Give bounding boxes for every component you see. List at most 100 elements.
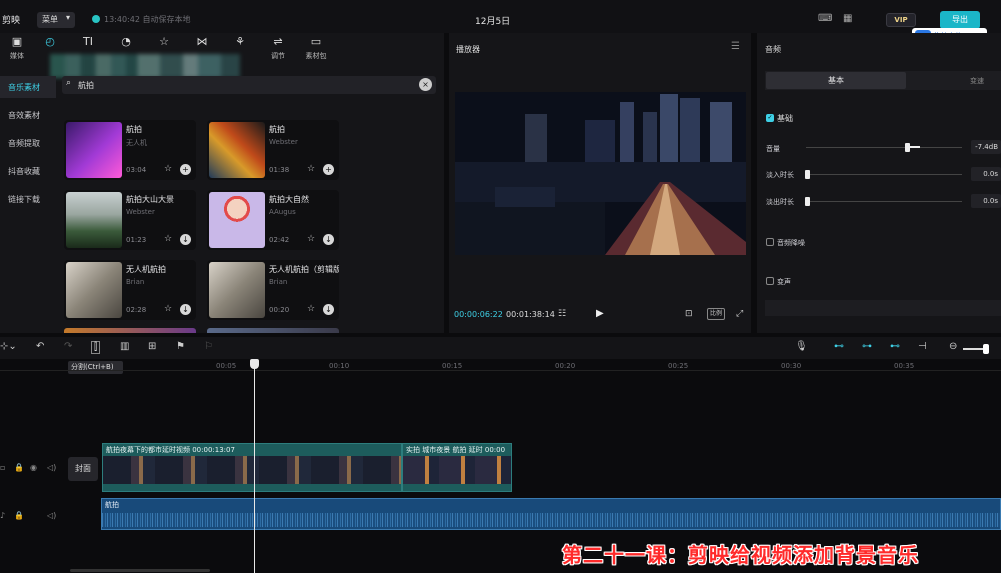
download-icon[interactable]: ↓ bbox=[180, 234, 191, 245]
current-time: 00:00:06:22 bbox=[454, 310, 503, 319]
audio-clip[interactable]: 航拍 bbox=[101, 498, 1001, 530]
tool-sticker[interactable]: ◔ bbox=[109, 35, 143, 51]
tool-media[interactable]: ▣ 媒体 bbox=[0, 35, 34, 61]
download-icon[interactable]: ↓ bbox=[323, 234, 334, 245]
list-icon[interactable]: ☷ bbox=[558, 309, 566, 319]
denoise-checkbox[interactable] bbox=[766, 238, 774, 246]
volume-slider-handle[interactable] bbox=[905, 143, 910, 152]
video-clip-frames bbox=[403, 456, 511, 484]
volume-slider[interactable] bbox=[806, 147, 962, 148]
tool-package[interactable]: ▭ 素材包 bbox=[299, 35, 333, 61]
linkage-icon[interactable]: ⊷ bbox=[890, 341, 900, 352]
mute-icon[interactable]: ◁) bbox=[47, 511, 56, 520]
music-title: 无人机航拍 bbox=[126, 265, 166, 274]
mute-icon[interactable]: ◁) bbox=[47, 463, 56, 472]
delete-icon[interactable]: ▥ bbox=[120, 341, 129, 352]
fadein-slider[interactable] bbox=[806, 174, 962, 175]
sidebar-item-audio-extract[interactable]: 音频提取 bbox=[0, 132, 56, 154]
track-visibility-icon[interactable]: ▫ bbox=[0, 463, 5, 472]
play-button[interactable]: ▶ bbox=[596, 308, 604, 319]
sidebar-item-douyin-favorites[interactable]: 抖音收藏 bbox=[0, 160, 56, 182]
favorite-icon[interactable]: ☆ bbox=[164, 304, 172, 314]
video-clip[interactable]: 航拍夜幕下的都市延时视频 00:00:13:07 bbox=[102, 443, 402, 492]
zoom-slider-handle[interactable] bbox=[983, 344, 989, 354]
tool-effects[interactable]: ☆ bbox=[147, 35, 181, 51]
clear-icon[interactable]: × bbox=[419, 78, 432, 91]
sidebar-item-music[interactable]: 音乐素材 bbox=[0, 76, 56, 98]
girl-thumbnail bbox=[209, 192, 265, 248]
music-card[interactable]: 航拍 无人机 03:04 ☆ + bbox=[64, 120, 196, 180]
flag-icon[interactable]: ⚑ bbox=[176, 341, 185, 352]
freeze-icon[interactable]: ⊞ bbox=[148, 341, 156, 352]
favorite-icon[interactable]: ☆ bbox=[164, 164, 172, 174]
player-title: 播放器 bbox=[456, 45, 480, 54]
keyboard-icon[interactable]: ⌨ bbox=[818, 13, 832, 24]
playhead-handle[interactable] bbox=[250, 359, 259, 369]
music-duration: 02:42 bbox=[269, 236, 290, 244]
layout-icon[interactable]: ▦ bbox=[843, 13, 852, 24]
undo-icon[interactable]: ↶ bbox=[36, 341, 44, 352]
music-card[interactable]: 无人机航拍 Brian 02:28 ☆ ↓ bbox=[64, 260, 196, 320]
split-icon[interactable]: ⫿ bbox=[91, 341, 101, 354]
basic-checkbox[interactable]: ✓ bbox=[766, 114, 774, 122]
menu-button[interactable]: 菜单 ▾ bbox=[37, 12, 75, 28]
video-clip[interactable]: 实拍 城市夜景 航拍 延时 00:00 bbox=[402, 443, 512, 492]
tab-basic[interactable]: 基本 bbox=[766, 72, 906, 89]
select-tool-icon[interactable]: ⊹⌄ bbox=[0, 341, 17, 352]
voice-change-checkbox[interactable] bbox=[766, 277, 774, 285]
redo-icon[interactable]: ↷ bbox=[64, 341, 72, 352]
ruler-tick: 00:05 bbox=[216, 362, 237, 370]
lock-icon[interactable]: 🔒 bbox=[14, 511, 24, 520]
tool-filter[interactable]: ⚘ bbox=[223, 35, 257, 51]
fadeout-slider-handle[interactable] bbox=[805, 197, 810, 206]
zoom-out-icon[interactable]: ⊖ bbox=[949, 341, 957, 352]
tool-audio[interactable]: ◴ bbox=[33, 35, 67, 51]
download-icon[interactable]: ↓ bbox=[180, 304, 191, 315]
lock-icon[interactable]: 🔒 bbox=[14, 463, 24, 472]
music-card[interactable]: 航拍大自然 AAugus 02:42 ☆ ↓ bbox=[207, 190, 339, 250]
music-card[interactable]: 无人机航拍（剪辑版） Brian 00:20 ☆ ↓ bbox=[207, 260, 339, 320]
video-preview[interactable] bbox=[455, 92, 746, 255]
focus-icon[interactable]: ⊡ bbox=[685, 309, 693, 319]
preview-axis-icon[interactable]: ⊣ bbox=[918, 341, 927, 352]
fadeout-value[interactable]: 0.0s bbox=[971, 194, 1001, 208]
favorite-icon[interactable]: ☆ bbox=[307, 234, 315, 244]
filter-icon: ⚘ bbox=[235, 35, 245, 48]
export-button[interactable]: 导出 bbox=[940, 11, 980, 29]
tool-transition[interactable]: ⋈ bbox=[185, 35, 219, 51]
music-card[interactable]: 航拍 Webster 01:38 ☆ + bbox=[207, 120, 339, 180]
fullscreen-icon[interactable]: ⤢ bbox=[736, 309, 743, 319]
favorite-icon[interactable]: ☆ bbox=[164, 234, 172, 244]
eye-icon[interactable]: ◉ bbox=[30, 463, 37, 472]
add-icon[interactable]: + bbox=[180, 164, 191, 175]
fadeout-slider[interactable] bbox=[806, 201, 962, 202]
volume-value[interactable]: -7.4dB bbox=[971, 140, 1001, 154]
main-track-link-icon[interactable]: ⊷ bbox=[834, 341, 844, 352]
vip-badge[interactable]: VIP bbox=[886, 13, 916, 27]
total-time: 00:01:38:14 bbox=[506, 310, 555, 319]
fadein-value[interactable]: 0.0s bbox=[971, 167, 1001, 181]
fadein-slider-handle[interactable] bbox=[805, 170, 810, 179]
music-duration: 01:23 bbox=[126, 236, 147, 244]
favorite-icon[interactable]: ☆ bbox=[307, 164, 315, 174]
add-icon[interactable]: + bbox=[323, 164, 334, 175]
music-card[interactable]: 航拍大山大景 Webster 01:23 ☆ ↓ bbox=[64, 190, 196, 250]
menu-icon[interactable]: ☰ bbox=[731, 41, 740, 52]
video-clip-label: 航拍夜幕下的都市延时视频 00:00:13:07 bbox=[106, 446, 235, 454]
search-input[interactable]: 航拍 bbox=[78, 80, 94, 91]
playhead-line[interactable] bbox=[254, 362, 255, 573]
auto-snap-icon[interactable]: ⊶ bbox=[862, 341, 872, 352]
ratio-button[interactable]: 比例 bbox=[707, 308, 725, 320]
denoise-label: 音频降噪 bbox=[777, 239, 805, 247]
microphone-icon[interactable]: 🎙 bbox=[795, 341, 808, 352]
timeline-scrollbar[interactable] bbox=[70, 569, 210, 572]
tab-speed[interactable]: 变速 bbox=[970, 76, 984, 86]
search-box[interactable]: ⌕ 航拍 × bbox=[62, 76, 436, 94]
sidebar-item-sound-effects[interactable]: 音效素材 bbox=[0, 104, 56, 126]
download-icon[interactable]: ↓ bbox=[323, 304, 334, 315]
sidebar-item-link-download[interactable]: 链接下载 bbox=[0, 188, 56, 210]
tool-text[interactable]: TI bbox=[71, 35, 105, 51]
favorite-icon[interactable]: ☆ bbox=[307, 304, 315, 314]
tool-adjust[interactable]: ⇌ 调节 bbox=[261, 35, 295, 61]
cover-button[interactable]: 封面 bbox=[68, 457, 98, 481]
